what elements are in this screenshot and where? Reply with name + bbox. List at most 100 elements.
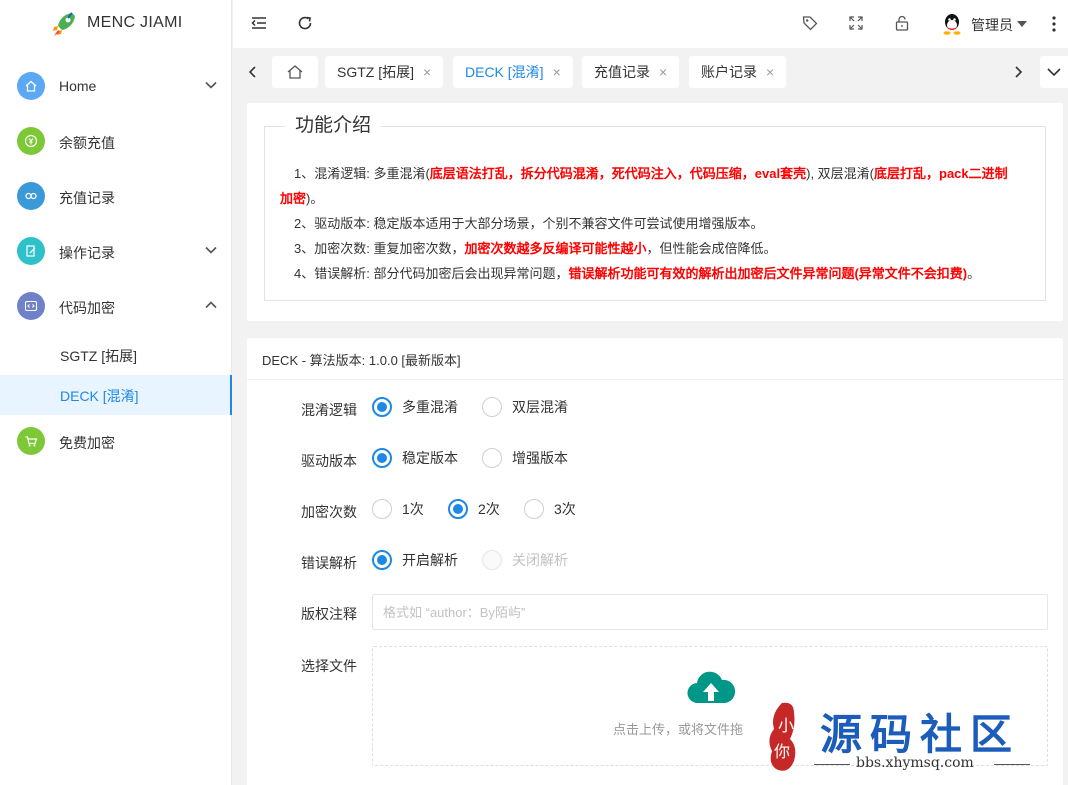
copyright-input[interactable]	[372, 594, 1048, 630]
brand[interactable]: MENC JIAMI	[0, 0, 231, 48]
intro-card: 功能介绍 1、混淆逻辑: 多重混淆(底层语法打乱，拆分代码混淆，死代码注入，代码…	[247, 103, 1063, 321]
intro-line-2: 2、驱动版本: 稳定版本适用于大部分场景，个别不兼容文件可尝试使用增强版本。	[294, 216, 764, 231]
sidebar-item-free-encrypt[interactable]: 免费加密	[0, 415, 232, 470]
sidebar-item-code-encrypt[interactable]: 代码加密	[0, 280, 232, 335]
field-label: 加密次数	[301, 504, 357, 520]
code-icon	[17, 292, 45, 320]
intro-fieldset: 功能介绍 1、混淆逻辑: 多重混淆(底层语法打乱，拆分代码混淆，死代码注入，代码…	[264, 115, 1046, 301]
intro-line-1: 1、混淆逻辑: 多重混淆(底层语法打乱，拆分代码混淆，死代码注入，代码压缩，ev…	[280, 161, 1020, 211]
tag-icon[interactable]	[801, 14, 819, 32]
tab-close-icon[interactable]: ×	[423, 64, 431, 80]
sidebar-item-label: Home	[59, 78, 97, 94]
radio-label: 多重混淆	[402, 399, 458, 415]
tab-deck[interactable]: DECK [混淆] ×	[453, 56, 573, 88]
collapse-menu-icon[interactable]	[250, 14, 268, 32]
sidebar-item-label: 操作记录	[59, 245, 115, 261]
home-icon	[287, 65, 303, 79]
radio-errparse-on[interactable]: 开启解析	[372, 550, 458, 570]
cloud-upload-icon	[687, 671, 736, 704]
form-row-errparse: 错误解析 开启解析 关闭解析	[247, 547, 1063, 575]
sidebar-item-label: 代码加密	[59, 300, 115, 316]
radio-label: 1次	[402, 501, 424, 517]
radio-driver-enhanced[interactable]: 增强版本	[482, 448, 568, 468]
chevron-down-icon	[205, 81, 217, 89]
fullscreen-icon[interactable]	[847, 14, 865, 32]
radio-circle	[372, 499, 392, 519]
form-row-count: 加密次数 1次 2次 3次	[247, 496, 1063, 524]
radio-count-3[interactable]: 3次	[524, 499, 576, 519]
chevron-down-icon	[1047, 68, 1061, 77]
tabs-prev-button[interactable]	[243, 56, 263, 88]
sidebar-item-home[interactable]: Home	[0, 60, 232, 115]
intro-line-4: 4、错误解析: 部分代码加密后会出现异常问题，错误解析功能可有效的解析出加密后文…	[280, 261, 1020, 286]
radio-label: 开启解析	[402, 552, 458, 568]
link-icon	[17, 182, 45, 210]
yen-icon	[17, 127, 45, 155]
sidebar-item-label: 充值记录	[59, 190, 115, 206]
edit-icon	[17, 237, 45, 265]
tab-account-records[interactable]: 账户记录 ×	[689, 56, 787, 88]
intro-legend: 功能介绍	[295, 115, 372, 136]
sidebar-subitem-label: SGTZ [拓展]	[60, 348, 137, 364]
refresh-icon[interactable]	[296, 14, 314, 32]
intro-text-span: 。	[967, 266, 981, 281]
seal-char: 你	[774, 742, 790, 761]
home-icon	[17, 72, 45, 100]
sidebar-subitem-sgtz[interactable]: SGTZ [拓展]	[0, 335, 232, 375]
tabs-next-button[interactable]	[1008, 56, 1028, 88]
seal-char: 小	[778, 716, 794, 735]
sidebar: MENC JIAMI Home 余额充值 充值记录 操作记录 代码加密 SGTZ…	[0, 0, 232, 785]
radio-label: 关闭解析	[512, 552, 568, 568]
tab-home[interactable]	[272, 56, 318, 88]
intro-text-span: 3、加密次数: 重复加密次数，	[294, 241, 465, 256]
user-name[interactable]: 管理员	[971, 15, 1013, 35]
avatar-icon	[943, 14, 961, 35]
tab-close-icon[interactable]: ×	[553, 64, 561, 80]
intro-highlight: 错误解析功能可有效的解析出加密后文件异常问题(异常文件不会扣费)	[568, 266, 968, 281]
field-label: 驱动版本	[301, 453, 357, 469]
sidebar-item-recharge-records[interactable]: 充值记录	[0, 170, 232, 225]
field-label: 混淆逻辑	[301, 402, 357, 418]
radio-label: 增强版本	[512, 450, 568, 466]
chevron-right-icon	[1015, 66, 1023, 78]
radio-count-1[interactable]: 1次	[372, 499, 424, 519]
radio-circle	[482, 397, 502, 417]
form-header: DECK - 算法版本: 1.0.0 [最新版本]	[247, 338, 1063, 380]
tab-sgtz[interactable]: SGTZ [拓展] ×	[325, 56, 444, 88]
watermark-divider	[814, 764, 850, 765]
sidebar-menu: Home 余额充值 充值记录 操作记录 代码加密 SGTZ [拓展] DECK …	[0, 60, 232, 470]
radio-logic-multi[interactable]: 多重混淆	[372, 397, 458, 417]
tabs-dropdown-button[interactable]	[1040, 56, 1068, 88]
intro-text-span: ，但性能会成倍降低。	[646, 241, 777, 256]
field-label: 选择文件	[301, 658, 357, 674]
radio-circle	[372, 448, 392, 468]
watermark-divider	[994, 764, 1030, 765]
user-menu[interactable]	[941, 12, 963, 36]
tab-recharge-records[interactable]: 充值记录 ×	[582, 56, 680, 88]
sidebar-item-recharge[interactable]: 余额充值	[0, 115, 232, 170]
sidebar-subitem-deck[interactable]: DECK [混淆]	[0, 375, 232, 415]
radio-count-2[interactable]: 2次	[448, 499, 500, 519]
tab-close-icon[interactable]: ×	[659, 64, 667, 80]
tab-label: SGTZ [拓展]	[337, 64, 414, 80]
chevron-up-icon	[205, 301, 217, 309]
watermark-title: 源码社区	[820, 710, 1021, 759]
intro-line-3: 3、加密次数: 重复加密次数，加密次数越多反编译可能性越小，但性能会成倍降低。	[280, 236, 1020, 261]
app-title: MENC JIAMI	[87, 14, 183, 31]
lock-icon[interactable]	[893, 14, 911, 32]
more-vertical-icon[interactable]	[1048, 14, 1060, 34]
radio-circle	[372, 397, 392, 417]
form-row-logic: 混淆逻辑 多重混淆 双层混淆	[247, 394, 1063, 422]
intro-text-span: )。	[306, 191, 324, 206]
sidebar-item-operation-records[interactable]: 操作记录	[0, 225, 232, 280]
intro-text-span: 4、错误解析: 部分代码加密后会出现异常问题，	[294, 266, 569, 281]
rocket-logo-icon	[53, 12, 75, 36]
tab-label: DECK [混淆]	[465, 64, 544, 80]
tab-close-icon[interactable]: ×	[766, 64, 774, 80]
radio-circle	[524, 499, 544, 519]
field-label: 版权注释	[301, 606, 357, 622]
chevron-left-icon	[248, 66, 256, 78]
caret-down-icon[interactable]	[1016, 19, 1028, 29]
radio-driver-stable[interactable]: 稳定版本	[372, 448, 458, 468]
radio-logic-double[interactable]: 双层混淆	[482, 397, 568, 417]
